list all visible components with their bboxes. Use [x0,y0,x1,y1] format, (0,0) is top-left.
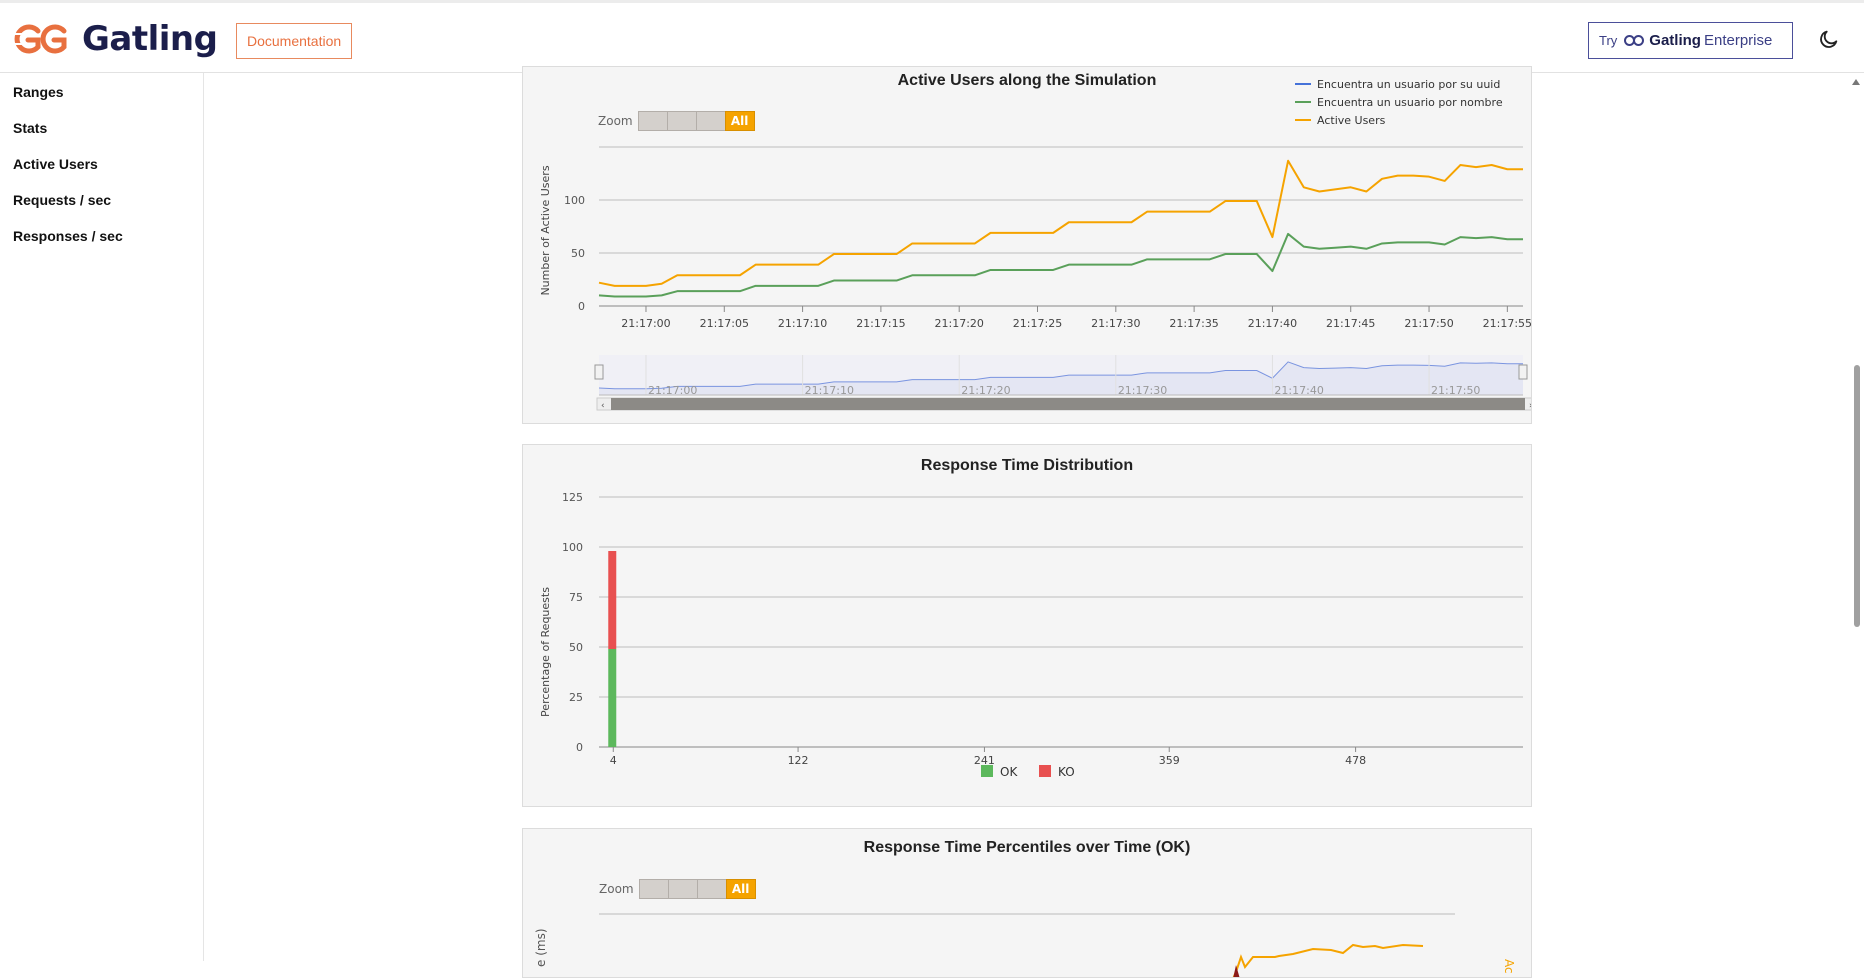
navigator-left-handle [594,364,604,380]
y-tick-label: 100 [564,194,585,207]
navigator-right-handle [1518,364,1528,380]
x-tick-label: 21:17:10 [778,317,827,330]
y-axis-label: Percentage of Requests [539,587,552,717]
x-tick-label: 359 [1159,754,1180,767]
bar-ko [608,551,617,649]
sidebar-item-responses-per-sec[interactable]: Responses / sec [13,228,123,244]
active-users-chart: 0 50 100 21:17:00 21:17:05 21:17:10 21:17:15 21… [539,146,1531,411]
percentile-line-max [1232,943,1424,977]
y-tick-label: 25 [569,691,583,704]
x-tick-label: 478 [1345,754,1366,767]
navigator-scroll-right-icon: › [1529,401,1531,411]
moon-icon[interactable] [1818,28,1840,50]
legend-label-ok: OK [1000,765,1018,779]
x-tick-label: 21:17:35 [1169,317,1218,330]
legend-swatch-ko [1039,765,1051,777]
navigator-scroll-left-icon: ‹ [601,401,605,411]
top-navbar: Gatling Documentation Try Gatling Enterp… [0,0,1864,73]
y-tick-label: 50 [571,247,585,260]
gatling-logo[interactable]: Gatling [12,19,218,59]
y-tick-label: 50 [569,641,583,654]
y-tick-label: 100 [562,541,583,554]
bar-ok [608,649,617,747]
gatling-small-logo-icon [1624,35,1645,46]
series-line-nombre [598,232,1523,298]
documentation-button[interactable]: Documentation [236,23,353,59]
active-users-panel: Active Users along the Simulation Zoom A… [522,66,1532,424]
response-time-distribution-panel: Response Time Distribution 0 25 50 75 100 125… [522,444,1532,807]
navigator-scrollbar-thumb [611,398,1525,410]
percentiles-ylabel: e (ms) [534,928,548,967]
scroll-thumb[interactable] [1854,365,1860,627]
x-tick-label: 21:17:50 [1404,317,1453,330]
try-enterprise-button[interactable]: Try Gatling Enterprise [1588,22,1793,59]
x-tick-label: 21:17:00 [621,317,670,330]
percentiles-right-label: Ac [1502,959,1516,974]
brand-name: Gatling [82,19,218,59]
x-tick-label: 21:17:30 [1091,317,1140,330]
x-tick-label: 21:17:55 [1483,317,1531,330]
sidebar-item-ranges[interactable]: Ranges [13,84,64,100]
x-tick-label: 4 [610,754,617,767]
percentiles-chart: e (ms) Ac [534,913,1516,977]
x-tick-label: 122 [788,754,809,767]
x-tick-label: 21:17:20 [935,317,984,330]
x-tick-label: 21:17:05 [700,317,749,330]
percentiles-panel: Response Time Percentiles over Time (OK)… [522,828,1532,978]
sidebar-item-requests-per-sec[interactable]: Requests / sec [13,192,111,208]
x-tick-label: 21:17:45 [1326,317,1375,330]
percentile-peak [1233,965,1240,977]
y-axis-label: Number of Active Users [539,165,552,295]
x-tick-label: 21:17:25 [1013,317,1062,330]
enterprise-product: Enterprise [1703,32,1773,49]
legend-label-ko: KO [1058,765,1075,779]
y-tick-label: 125 [562,491,583,504]
enterprise-brand: Gatling [1649,32,1701,49]
y-tick-label: 0 [578,300,585,313]
y-tick-label: 75 [569,591,583,604]
x-tick-label: 21:17:15 [856,317,905,330]
sidebar-item-stats[interactable]: Stats [13,120,47,136]
scroll-up-arrow-icon[interactable] [1852,79,1860,85]
x-tick-label: 21:17:40 [1248,317,1297,330]
response-time-distribution-chart: 02550751001254 122 241 359 478Percentage of … [539,491,1523,779]
sidebar: Ranges Stats Active Users Requests / sec… [0,73,204,961]
legend-swatch-ok [981,765,993,777]
sidebar-item-active-users[interactable]: Active Users [13,156,98,172]
y-tick-label: 0 [576,741,583,754]
gatling-logo-icon [12,24,67,54]
page-scrollbar[interactable] [1848,73,1864,961]
try-label: Try [1599,33,1618,48]
